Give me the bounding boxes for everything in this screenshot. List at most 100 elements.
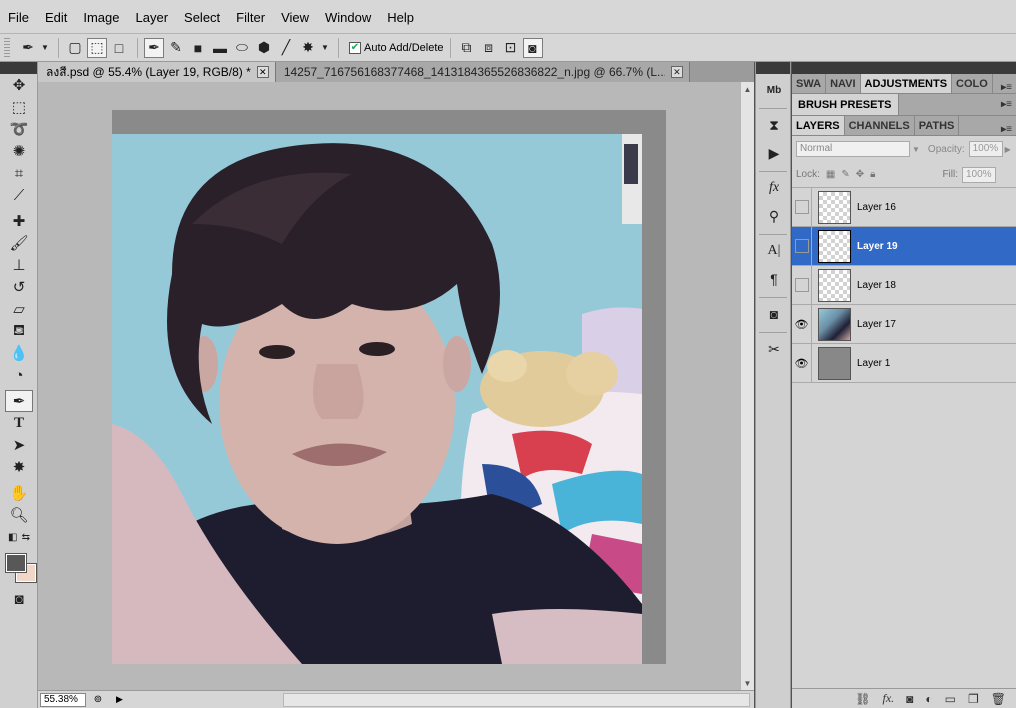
subtract-path-icon[interactable]: ⧈ — [479, 38, 499, 58]
quick-selection-icon[interactable]: ✺ — [5, 140, 33, 162]
opacity-arrow-icon[interactable]: ▶ — [1005, 145, 1011, 154]
character-icon[interactable]: A| — [761, 239, 787, 263]
close-icon[interactable]: ✕ — [670, 66, 683, 78]
mini-bridge-icon[interactable]: Mb — [761, 78, 787, 102]
vertical-scrollbar[interactable]: ▲ ▼ — [740, 82, 754, 690]
crop-tool-icon[interactable]: ⌗ — [5, 162, 33, 184]
panel-dock-header[interactable] — [792, 62, 1016, 74]
menu-edit[interactable]: Edit — [45, 10, 67, 25]
quick-mask-icon[interactable]: ◙ — [5, 588, 33, 610]
menu-filter[interactable]: Filter — [236, 10, 265, 25]
eraser-icon[interactable]: ▱ — [5, 298, 33, 320]
rounded-rectangle-icon[interactable]: ▬ — [210, 38, 230, 58]
lock-position-icon[interactable]: ✥ — [856, 169, 864, 180]
menu-file[interactable]: File — [8, 10, 29, 25]
layer-row[interactable]: 👁︎ Layer 1 — [792, 343, 1016, 383]
auto-add-delete-checkbox[interactable]: ✔ Auto Add/Delete — [349, 41, 444, 54]
pen-preset-icon[interactable]: ✒ — [18, 38, 38, 58]
actions-icon[interactable]: ▶ — [761, 141, 787, 165]
scroll-up-icon[interactable]: ▲ — [741, 82, 754, 96]
add-mask-icon[interactable]: ◙ — [906, 692, 913, 706]
custom-shape-tool-icon[interactable]: ✸ — [5, 456, 33, 478]
panel-menu-icon[interactable]: ▸≡ — [997, 82, 1016, 93]
panel-menu-icon[interactable]: ▸≡ — [997, 124, 1016, 135]
marquee-tool-icon[interactable]: ⬚ — [5, 96, 33, 118]
paragraph-icon[interactable]: ¶ — [761, 267, 787, 291]
tab-document-1[interactable]: ลงสี.psd @ 55.4% (Layer 19, RGB/8) * ✕ — [38, 62, 276, 82]
fill-pixels-icon[interactable]: □ — [109, 38, 129, 58]
zoom-level-field[interactable]: 55.38% — [40, 692, 86, 707]
path-selection-icon[interactable]: ➤ — [5, 434, 33, 456]
menu-image[interactable]: Image — [83, 10, 119, 25]
scroll-down-icon[interactable]: ▼ — [741, 676, 754, 690]
new-group-icon[interactable]: ▭ — [945, 692, 956, 706]
layer-row[interactable]: 👁︎ Layer 17 — [792, 304, 1016, 344]
blur-tool-icon[interactable]: 💧 — [5, 342, 33, 364]
freeform-pen-icon[interactable]: ✎ — [166, 38, 186, 58]
clone-stamp-icon[interactable]: ⊥ — [5, 254, 33, 276]
zoom-tool-icon[interactable]: 🔍︎ — [5, 504, 33, 526]
polygon-icon[interactable]: ⬢ — [254, 38, 274, 58]
menu-window[interactable]: Window — [325, 10, 371, 25]
swap-colors-icon[interactable]: ⇆ — [22, 532, 30, 543]
visibility-toggle[interactable]: 👁︎ — [792, 304, 812, 344]
tab-color[interactable]: COLO — [952, 74, 993, 93]
opacity-field[interactable]: 100% — [968, 141, 1003, 157]
lasso-tool-icon[interactable]: ➰ — [5, 118, 33, 140]
tool-settings-icon[interactable]: ✂ — [761, 337, 787, 361]
visibility-toggle[interactable] — [792, 226, 812, 266]
options-grip[interactable] — [4, 37, 10, 58]
exclude-path-icon[interactable]: ◙ — [522, 37, 543, 58]
layer-row[interactable]: Layer 16 — [792, 187, 1016, 227]
brush-tool-icon[interactable]: 🖌 — [5, 232, 33, 254]
pen-tool-icon[interactable]: ✒ — [5, 390, 33, 412]
history-brush-icon[interactable]: ↺ — [5, 276, 33, 298]
hand-tool-icon[interactable]: ✋ — [5, 482, 33, 504]
tab-channels[interactable]: CHANNELS — [845, 116, 915, 135]
move-tool-icon[interactable]: ✥ — [5, 74, 33, 96]
lock-image-icon[interactable]: ✎ — [841, 169, 849, 180]
visibility-toggle[interactable] — [792, 265, 812, 305]
menu-layer[interactable]: Layer — [136, 10, 169, 25]
intersect-path-icon[interactable]: ⊡ — [501, 38, 521, 58]
tab-adjustments[interactable]: ADJUSTMENTS — [860, 74, 953, 93]
link-layers-icon[interactable]: ⛓ — [855, 692, 870, 706]
tab-brush-presets[interactable]: BRUSH PRESETS — [792, 94, 899, 115]
document-info-icon[interactable]: ⊚ — [90, 693, 106, 707]
eyedropper-icon[interactable]: ⟋ — [5, 184, 33, 206]
shape-layers-icon[interactable]: ▢ — [65, 38, 85, 58]
visibility-toggle[interactable]: 👁︎ — [792, 343, 812, 383]
healing-brush-icon[interactable]: ✚ — [5, 210, 33, 232]
tab-navigator[interactable]: NAVI — [826, 74, 861, 93]
paths-mode-icon[interactable]: ⬚ — [87, 37, 107, 58]
photo-layer[interactable] — [112, 134, 642, 664]
status-menu-arrow-icon[interactable]: ▶ — [116, 694, 123, 705]
tab-layers[interactable]: LAYERS — [792, 116, 845, 135]
lock-all-icon[interactable]: 🔒︎ — [870, 169, 875, 180]
layer-row[interactable]: Layer 18 — [792, 265, 1016, 305]
type-tool-icon[interactable]: T — [5, 412, 33, 434]
delete-layer-icon[interactable]: 🗑︎ — [991, 692, 1006, 706]
new-layer-icon[interactable]: ❐ — [968, 692, 979, 706]
default-colors-icon[interactable]: ◧ ⇆ — [5, 526, 33, 548]
strip-header[interactable] — [756, 62, 790, 74]
menu-help[interactable]: Help — [387, 10, 414, 25]
paint-bucket-icon[interactable]: ⛾ — [5, 320, 33, 342]
blend-mode-select[interactable]: Normal — [796, 141, 910, 157]
dropdown-arrow-icon[interactable]: ▼ — [912, 145, 920, 154]
tab-paths[interactable]: PATHS — [915, 116, 960, 135]
lock-transparent-icon[interactable]: ▦ — [826, 169, 835, 180]
pen-tool-option-icon[interactable]: ✒ — [144, 37, 164, 58]
tab-document-2[interactable]: 14257_716756168377468_141318436552683682… — [275, 62, 690, 82]
add-to-path-icon[interactable]: ⧉ — [457, 38, 477, 58]
shape-dropdown-icon[interactable]: ▼ — [320, 38, 330, 58]
line-icon[interactable]: ╱ — [276, 38, 296, 58]
dodge-tool-icon[interactable]: ◔ — [5, 364, 33, 386]
tab-swatches[interactable]: SWA — [792, 74, 827, 93]
horizontal-scrollbar[interactable] — [282, 692, 750, 707]
menu-select[interactable]: Select — [184, 10, 220, 25]
ellipse-icon[interactable]: ⬭ — [232, 38, 252, 58]
preset-dropdown-icon[interactable]: ▼ — [40, 38, 50, 58]
panel-menu-icon[interactable]: ▸≡ — [997, 99, 1016, 110]
custom-shape-icon[interactable]: ✸ — [298, 38, 318, 58]
